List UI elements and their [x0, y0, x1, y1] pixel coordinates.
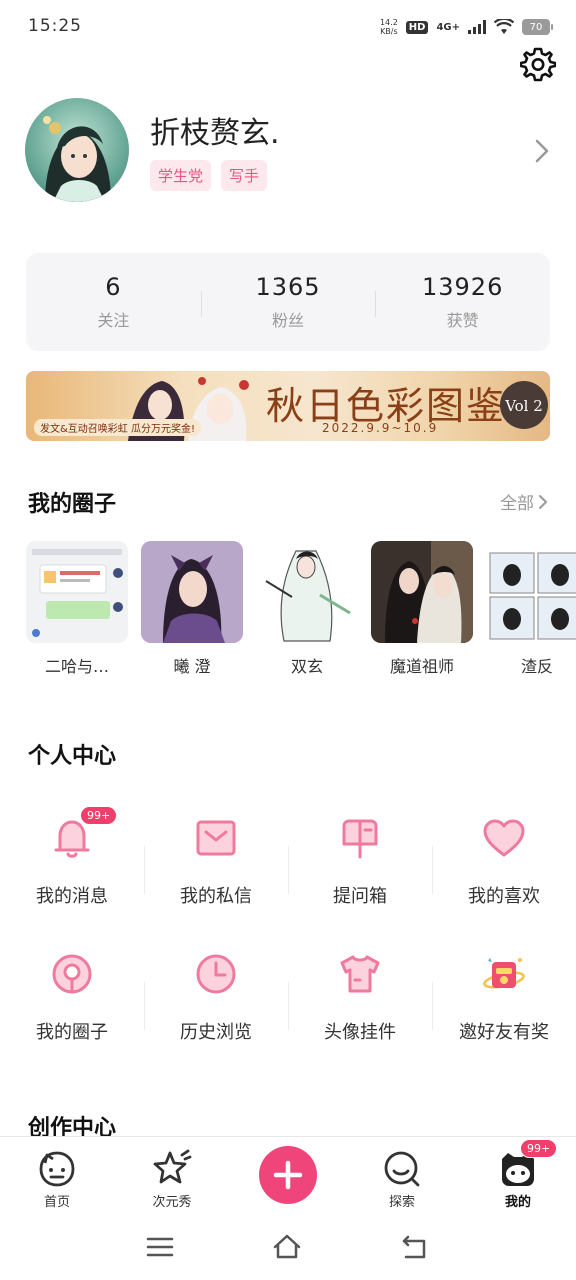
clock-icon [194, 952, 238, 996]
invite-friends-button[interactable]: 邀好友有奖 [432, 952, 576, 1044]
status-time: 15:25 [28, 16, 82, 36]
create-post-button[interactable] [259, 1146, 317, 1204]
gift-icon [482, 952, 526, 996]
heart-icon [482, 816, 526, 860]
signal-icon: 4G+ [436, 21, 460, 33]
banner-date: 2022.9.9~10.9 [322, 421, 439, 435]
hd-icon: HD [405, 20, 429, 34]
private-messages-button[interactable]: 我的私信 [144, 816, 288, 908]
nav-home[interactable]: 首页 [17, 1149, 97, 1210]
system-nav-bar [0, 1220, 576, 1280]
avatar-pendant-button[interactable]: 头像挂件 [288, 952, 432, 1044]
my-circles-title: 我的圈子 [28, 492, 117, 517]
bell-icon: 99+ [50, 806, 118, 860]
my-messages-button[interactable]: 99+ 我的消息 [0, 806, 144, 908]
circle-item[interactable]: 渣反 [486, 541, 576, 677]
messages-badge: 99+ [80, 806, 118, 825]
stat-following[interactable]: 6 关注 [26, 273, 201, 331]
my-likes-button[interactable]: 我的喜欢 [432, 816, 576, 908]
back-icon[interactable] [400, 1232, 430, 1262]
circle-item[interactable]: 魔道祖师 [371, 541, 473, 677]
profile-stats: 6 关注 1365 粉丝 13926 获赞 [26, 253, 550, 351]
net-speed: 14.2 KB/s [379, 18, 398, 36]
signal-bars-icon [468, 20, 486, 34]
menu-icon[interactable] [145, 1232, 175, 1262]
circle-thumbnail [26, 541, 128, 643]
star-icon [152, 1149, 192, 1189]
profile-cat-icon: 99+ [498, 1139, 558, 1189]
avatar[interactable] [25, 98, 129, 202]
circle-item[interactable]: 双玄 [256, 541, 358, 677]
circles-carousel[interactable]: 二哈与… 曦 澄 双玄 魔道祖师 渣反 [26, 541, 576, 681]
circle-item[interactable]: 二哈与… [26, 541, 128, 677]
status-bar: 15:25 14.2 KB/s HD 4G+ 70 [0, 0, 576, 56]
circle-item[interactable]: 曦 澄 [141, 541, 243, 677]
plus-icon [273, 1160, 303, 1190]
envelope-icon [194, 816, 238, 860]
personal-center-title: 个人中心 [28, 744, 117, 769]
tag-student[interactable]: 学生党 [150, 160, 212, 191]
bottom-nav: 首页 次元秀 探索 99+ 我的 [0, 1136, 576, 1220]
chevron-right-icon[interactable] [534, 138, 550, 164]
banner-subtitle: 发文&互动召唤彩虹 瓜分万元奖金! [34, 419, 201, 436]
profile-tags: 学生党 写手 [150, 160, 268, 191]
question-box-button[interactable]: 提问箱 [288, 816, 432, 908]
mine-badge: 99+ [520, 1139, 558, 1158]
status-icons: 14.2 KB/s HD 4G+ 70 [379, 18, 553, 36]
tag-writer[interactable]: 写手 [221, 160, 268, 191]
circle-thumbnail [256, 541, 358, 643]
my-circles-button[interactable]: 我的圈子 [0, 952, 144, 1044]
username: 折枝赘玄. [150, 116, 280, 151]
battery-icon: 70 [522, 19, 553, 35]
tshirt-icon [338, 952, 382, 996]
stat-likes[interactable]: 13926 获赞 [375, 273, 550, 331]
personal-grid-row-2: 我的圈子 历史浏览 头像挂件 邀好友有奖 [0, 952, 576, 1044]
circles-all-link[interactable]: 全部 [500, 489, 548, 514]
svg-text:Vol 2: Vol 2 [504, 397, 543, 415]
nav-mine[interactable]: 99+ 我的 [478, 1139, 558, 1210]
home-icon[interactable] [272, 1232, 302, 1262]
stat-followers[interactable]: 1365 粉丝 [200, 273, 376, 331]
search-icon [382, 1149, 422, 1189]
promo-banner[interactable]: 秋日色彩图鉴 2022.9.9~10.9 发文&互动召唤彩虹 瓜分万元奖金! V… [26, 371, 550, 441]
circle-thumbnail [371, 541, 473, 643]
nav-dimension-show[interactable]: 次元秀 [132, 1149, 212, 1210]
gear-icon[interactable] [520, 46, 556, 82]
circle-thumbnail [486, 541, 576, 643]
nav-explore[interactable]: 探索 [362, 1149, 442, 1210]
circle-thumbnail [141, 541, 243, 643]
wifi-icon [494, 19, 514, 34]
personal-grid-row-1: 99+ 我的消息 我的私信 提问箱 我的喜欢 [0, 806, 576, 908]
mailbox-icon [338, 816, 382, 860]
chevron-right-icon [539, 494, 548, 509]
banner-vol-badge: Vol 2 [500, 381, 548, 429]
circle-pin-icon [50, 952, 94, 996]
home-cat-icon [37, 1149, 77, 1189]
history-button[interactable]: 历史浏览 [144, 952, 288, 1044]
